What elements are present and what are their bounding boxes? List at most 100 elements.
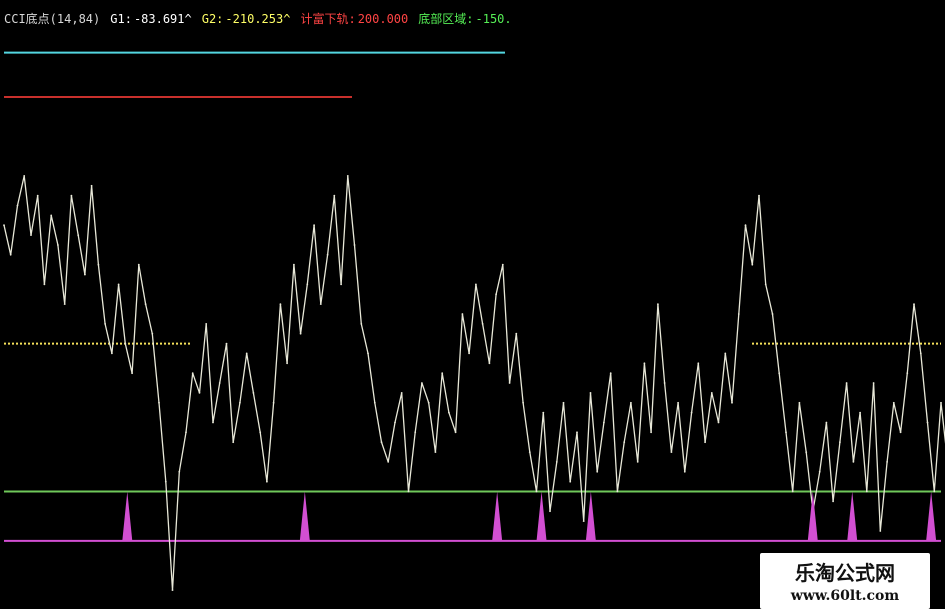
cci-point (299, 332, 302, 335)
cci-point (461, 313, 464, 315)
cci-point (164, 480, 167, 483)
bottom-value: -150. (475, 12, 512, 26)
cci-point (663, 382, 666, 384)
cci-point (704, 441, 706, 444)
cci-point (3, 224, 5, 227)
cci-point (158, 401, 160, 404)
cci-point (623, 441, 626, 444)
cci-point (266, 480, 268, 483)
cci-point (785, 431, 787, 434)
cci-point (852, 461, 855, 463)
g2-label: G2: (201, 12, 224, 26)
cci-point (643, 362, 646, 365)
cci-point (90, 184, 93, 187)
cci-point (353, 244, 356, 246)
overbought-label: 计富下轨: (300, 12, 356, 26)
cci-point (306, 283, 309, 286)
cci-point (198, 392, 201, 394)
cci-point (926, 421, 929, 424)
cci-point (16, 204, 19, 207)
watermark: 乐淘公式网 www.60lt.com (760, 553, 930, 609)
cci-point (171, 589, 174, 591)
cci-point (212, 421, 214, 424)
cci-point (717, 421, 720, 424)
cci-point (818, 470, 821, 473)
cci-point (569, 480, 572, 483)
cci-point (488, 362, 491, 365)
cci-point (454, 431, 457, 434)
cci-point (892, 401, 895, 404)
cci-point (913, 303, 915, 305)
cci-point (603, 421, 605, 424)
cci-point (434, 451, 437, 453)
cci-point (30, 234, 32, 237)
cci-point (232, 441, 235, 444)
cci-point (515, 332, 518, 335)
cci-point (313, 224, 315, 227)
cci-point (117, 283, 120, 286)
indicator-title: CCI底点(14,84) (4, 12, 101, 26)
cci-point (245, 352, 248, 355)
watermark-title: 乐淘公式网 (795, 561, 895, 585)
cci-point (832, 500, 834, 503)
cci-point (286, 362, 288, 365)
cci-point (272, 401, 275, 404)
cci-point (670, 451, 673, 453)
cci-point (859, 411, 861, 414)
cci-point (919, 352, 922, 355)
cci-point (448, 411, 450, 414)
cci-point (239, 401, 241, 404)
cci-point (791, 490, 794, 493)
cci-point (394, 421, 396, 424)
cci-point (427, 401, 430, 404)
bottom-label: 底部区域: (418, 12, 474, 26)
cci-point (400, 392, 403, 394)
cci-point (609, 372, 612, 375)
cci-point (36, 194, 39, 197)
cci-point (616, 490, 619, 493)
cci-point (501, 263, 504, 266)
cci-point (144, 303, 147, 305)
cci-point (535, 490, 538, 493)
cci-point (57, 244, 59, 246)
cci-point (657, 303, 659, 305)
cci-point (522, 401, 524, 404)
cci-point (697, 362, 700, 365)
g1-value: -83.691^ (133, 12, 192, 26)
cci-point (421, 382, 423, 384)
cci-point (387, 461, 390, 463)
cci-point (879, 530, 882, 532)
cci-point (367, 352, 369, 355)
cci-point (293, 263, 295, 266)
indicator-header: CCI底点(14,84) G1: -83.691^ G2: -210.253^ … (4, 10, 512, 28)
cci-point (178, 470, 181, 473)
cci-point (407, 490, 410, 493)
chart-background (0, 0, 945, 609)
cci-point (677, 401, 679, 404)
cci-point (825, 421, 828, 424)
cci-point (326, 253, 329, 256)
cci-point (333, 194, 336, 197)
cci-point (872, 382, 875, 384)
cci-point (940, 401, 942, 404)
cci-point (137, 263, 140, 266)
cci-point (865, 490, 868, 493)
cci-point (97, 263, 100, 266)
cci-point (475, 283, 477, 286)
watermark-url: www.60lt.com (790, 588, 900, 604)
g2-value: -210.253^ (225, 12, 291, 26)
cci-point (63, 303, 66, 305)
cci-point (562, 401, 565, 404)
cci-point (630, 401, 632, 404)
cci-point (185, 431, 187, 434)
cci-point (636, 461, 639, 463)
cci-point (124, 342, 127, 345)
cci-point (933, 490, 936, 493)
cci-point (77, 234, 80, 237)
cci-point (43, 283, 46, 286)
cci-point (468, 352, 470, 355)
cci-point (845, 382, 848, 384)
cci-point (481, 323, 484, 325)
g1-label: G1: (110, 12, 132, 26)
cci-point (555, 461, 558, 463)
